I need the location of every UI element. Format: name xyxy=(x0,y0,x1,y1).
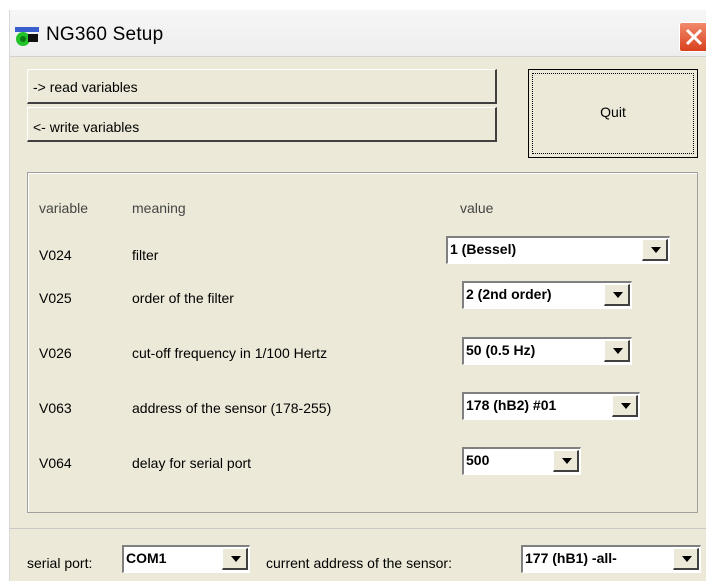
write-variables-button[interactable]: <- write variables xyxy=(27,107,497,142)
chevron-down-icon[interactable] xyxy=(222,548,248,570)
header-meaning: meaning xyxy=(132,200,186,216)
cutoff-frequency-select[interactable]: 50 (0.5 Hz) xyxy=(462,337,632,365)
row-variable: V026 xyxy=(39,345,72,361)
row-meaning: cut-off frequency in 1/100 Hertz xyxy=(132,345,328,361)
current-address-label: current address of the sensor: xyxy=(266,555,452,571)
serial-delay-select[interactable]: 500 xyxy=(462,447,581,475)
sensor-address-select[interactable]: 178 (hB2) #01 xyxy=(462,392,640,420)
row-meaning: address of the sensor (178-255) xyxy=(132,400,332,416)
chevron-down-icon[interactable] xyxy=(604,284,630,306)
quit-button[interactable]: Quit xyxy=(528,69,698,158)
row-meaning: delay for serial port xyxy=(132,455,252,471)
current-address-select[interactable]: 177 (hB1) -all- xyxy=(521,545,701,573)
serial-port-value: COM1 xyxy=(126,550,167,566)
serial-port-label: serial port: xyxy=(27,555,93,571)
chevron-down-icon[interactable] xyxy=(553,450,579,472)
row-meaning: filter xyxy=(132,247,159,263)
header-value: value xyxy=(460,200,494,216)
chevron-down-icon[interactable] xyxy=(673,548,699,570)
row-variable: V025 xyxy=(39,290,72,306)
row-variable: V024 xyxy=(39,247,72,263)
chevron-down-icon[interactable] xyxy=(604,340,630,362)
chevron-down-icon[interactable] xyxy=(612,395,638,417)
close-icon xyxy=(685,28,703,46)
header-variable: variable xyxy=(39,200,89,216)
filter-order-value: 2 (2nd order) xyxy=(466,286,552,302)
read-variables-button[interactable]: -> read variables xyxy=(27,69,497,104)
setup-window: NG360 Setup -> read variables <- write v… xyxy=(9,10,706,581)
serial-port-select[interactable]: COM1 xyxy=(122,545,250,573)
app-icon xyxy=(15,27,39,46)
cutoff-frequency-value: 50 (0.5 Hz) xyxy=(466,342,536,358)
current-address-value: 177 (hB1) -all- xyxy=(525,550,617,566)
serial-delay-value: 500 xyxy=(466,452,490,468)
row-meaning: order of the filter xyxy=(132,290,234,306)
chevron-down-icon[interactable] xyxy=(642,239,668,261)
filter-order-select[interactable]: 2 (2nd order) xyxy=(462,281,632,309)
window-title: NG360 Setup xyxy=(46,24,164,45)
row-variable: V063 xyxy=(39,400,72,416)
close-button[interactable] xyxy=(679,22,706,52)
sensor-address-value: 178 (hB2) #01 xyxy=(466,397,557,413)
filter-value: 1 (Bessel) xyxy=(450,241,517,257)
filter-select[interactable]: 1 (Bessel) xyxy=(446,236,670,264)
row-variable: V064 xyxy=(39,455,72,471)
divider xyxy=(10,528,706,529)
title-bar: NG360 Setup xyxy=(10,10,706,57)
